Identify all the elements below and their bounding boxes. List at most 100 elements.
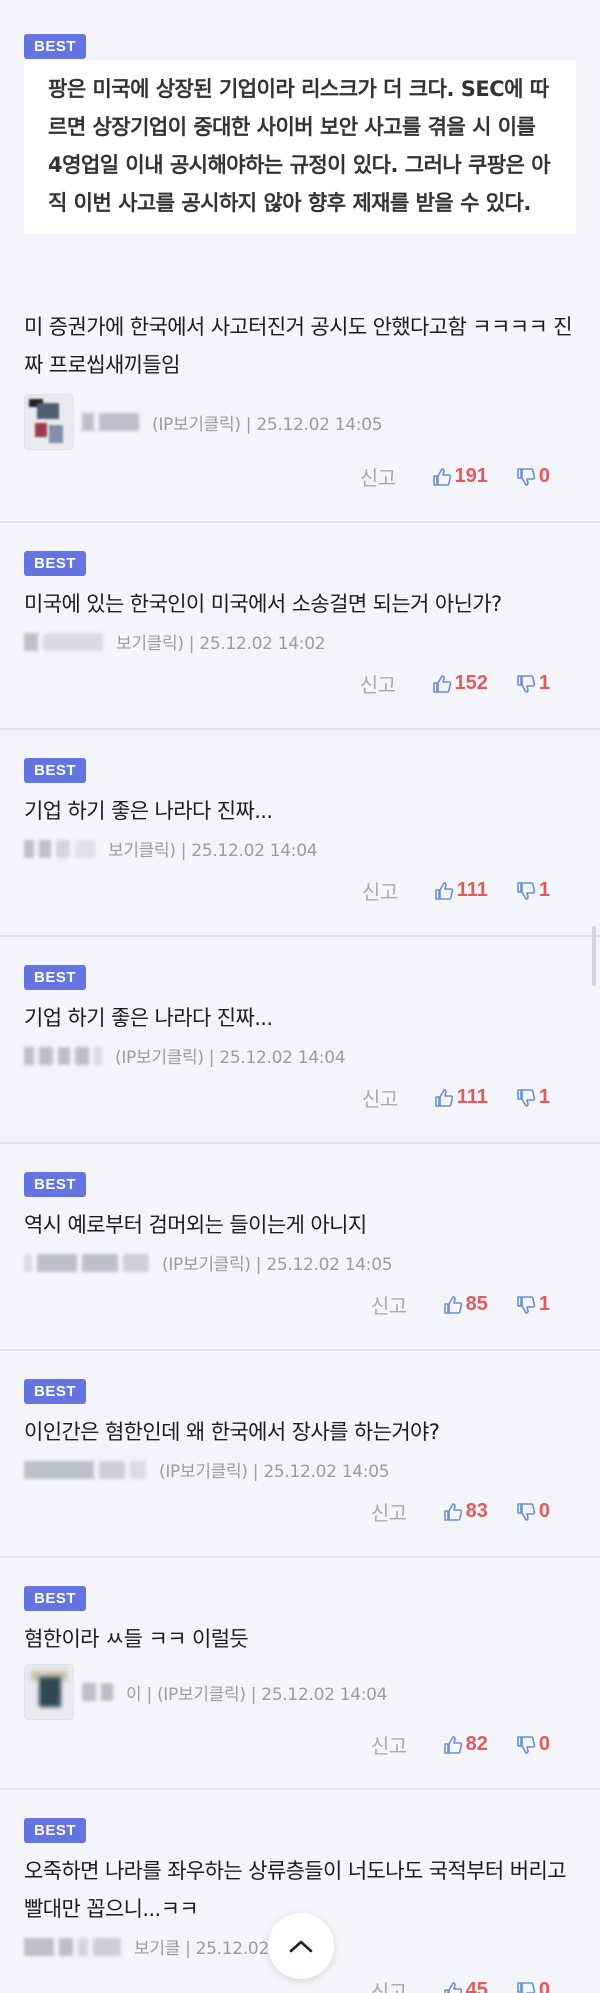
- dislike-button[interactable]: 1: [516, 1293, 550, 1316]
- like-count: 82: [465, 1733, 488, 1755]
- thumb-up-icon: [434, 881, 453, 900]
- comment-item: BEST 이인간은 혐한인데 왜 한국에서 장사를 하는거야? (IP보기클릭)…: [0, 1351, 600, 1558]
- comment-meta: 이 | (IP보기클릭) | 25.12.02 14:04: [24, 1664, 388, 1720]
- comment-actions: 신고 191 0: [360, 462, 550, 491]
- report-button[interactable]: 신고: [371, 1976, 407, 1993]
- thumb-up-icon: [443, 1735, 462, 1754]
- like-button[interactable]: 152: [432, 672, 488, 695]
- dislike-count: 0: [538, 1500, 550, 1522]
- dislike-button[interactable]: 0: [516, 465, 550, 488]
- like-button[interactable]: 83: [443, 1500, 488, 1523]
- comment-timestamp: (IP보기클릭) | 25.12.02 14:05: [159, 1462, 390, 1482]
- author-name[interactable]: [24, 1046, 107, 1065]
- dislike-count: 1: [538, 879, 550, 901]
- dislike-button[interactable]: 0: [516, 1733, 550, 1756]
- like-button[interactable]: 191: [432, 465, 488, 488]
- dislike-count: 1: [538, 1293, 550, 1315]
- report-button[interactable]: 신고: [371, 1497, 407, 1526]
- comment-timestamp: 보기클릭) | 25.12.02 14:02: [116, 634, 326, 654]
- dislike-count: 0: [538, 465, 550, 487]
- like-button[interactable]: 85: [443, 1293, 488, 1316]
- like-count: 111: [456, 879, 488, 901]
- best-badge: BEST: [24, 758, 87, 783]
- report-button[interactable]: 신고: [360, 462, 396, 491]
- dislike-button[interactable]: 1: [516, 1086, 550, 1109]
- dislike-count: 0: [538, 1733, 550, 1755]
- avatar[interactable]: [24, 1664, 74, 1720]
- dislike-button[interactable]: 1: [516, 672, 550, 695]
- comment-meta: (IP보기클릭) | 25.12.02 14:05: [24, 1457, 390, 1482]
- like-count: 85: [465, 1293, 488, 1315]
- comment-item: BEST 팡은 미국에 상장된 기업이라 리스크가 더 크다. SEC에 따르면…: [0, 0, 600, 523]
- comment-actions: 신고 85 1: [371, 1290, 550, 1319]
- comment-item: BEST 기업 하기 좋은 나라다 진짜... (IP보기클릭) | 25.12…: [0, 937, 600, 1144]
- comment-meta: (IP보기클릭) | 25.12.02 14:04: [24, 1043, 346, 1068]
- best-badge: BEST: [24, 965, 87, 990]
- thumb-down-icon: [517, 1088, 536, 1107]
- report-button[interactable]: 신고: [360, 669, 396, 698]
- best-badge: BEST: [24, 1172, 87, 1197]
- comment-actions: 신고 111 1: [362, 876, 550, 905]
- comment-timestamp: (IP보기클릭) | 25.12.02 14:05: [152, 414, 383, 435]
- like-button[interactable]: 111: [434, 879, 488, 902]
- comment-item: BEST 역시 예로부터 검머외는 들이는게 아니지 (IP보기클릭) | 25…: [0, 1144, 600, 1351]
- comment-actions: 신고 83 0: [371, 1497, 550, 1526]
- thumb-up-icon: [443, 1502, 462, 1521]
- quoted-article-text: 팡은 미국에 상장된 기업이라 리스크가 더 크다. SEC에 따르면 상장기업…: [24, 60, 576, 234]
- author-name[interactable]: [24, 1937, 126, 1956]
- comment-timestamp: (IP보기클릭) | 25.12.02 14:05: [162, 1255, 393, 1275]
- avatar[interactable]: [24, 394, 74, 450]
- comment-timestamp: (IP보기클릭) | 25.12.02 14:04: [115, 1048, 346, 1068]
- like-button[interactable]: 82: [443, 1733, 488, 1756]
- report-button[interactable]: 신고: [371, 1290, 407, 1319]
- report-button[interactable]: 신고: [362, 876, 398, 905]
- thumb-up-icon: [432, 467, 451, 486]
- like-count: 83: [465, 1500, 488, 1522]
- thumb-down-icon: [517, 674, 536, 693]
- author-name[interactable]: [24, 1460, 151, 1479]
- comment-meta: 보기클릭) | 25.12.02 14:02: [24, 629, 326, 654]
- comment-actions: 신고 152 1: [360, 669, 550, 698]
- comment-text: 이인간은 혐한인데 왜 한국에서 장사를 하는거야?: [24, 1420, 440, 1444]
- comment-timestamp: 보기클릭) | 25.12.02 14:04: [108, 841, 318, 861]
- like-button[interactable]: 111: [434, 1086, 488, 1109]
- comment-actions: 신고 82 0: [371, 1730, 550, 1759]
- like-count: 152: [454, 672, 488, 694]
- author-name[interactable]: [24, 632, 108, 651]
- like-count: 111: [456, 1086, 488, 1108]
- best-badge: BEST: [24, 1586, 87, 1611]
- thumb-up-icon: [432, 674, 451, 693]
- author-name[interactable]: [24, 1253, 154, 1272]
- comment-meta: (IP보기클릭) | 25.12.02 14:05: [24, 1250, 393, 1275]
- comment-actions: 신고 111 1: [362, 1083, 550, 1112]
- like-button[interactable]: 45: [443, 1979, 488, 1993]
- thumb-up-icon: [443, 1295, 462, 1314]
- dislike-button[interactable]: 0: [516, 1500, 550, 1523]
- comment-meta: (IP보기클릭) | 25.12.02 14:05: [24, 394, 383, 450]
- comment-text: 기업 하기 좋은 나라다 진짜...: [24, 799, 273, 823]
- scrollbar-thumb[interactable]: [592, 926, 596, 986]
- comment-meta: 보기클릭) | 25.12.02 14:04: [24, 836, 318, 861]
- like-count: 191: [454, 465, 488, 487]
- dislike-button[interactable]: 1: [516, 879, 550, 902]
- author-name[interactable]: [82, 1683, 118, 1701]
- thumb-down-icon: [517, 467, 536, 486]
- comment-item: BEST 기업 하기 좋은 나라다 진짜... 보기클릭) | 25.12.02…: [0, 730, 600, 937]
- report-button[interactable]: 신고: [362, 1083, 398, 1112]
- comment-text: 미국에 있는 한국인이 미국에서 소송걸면 되는거 아닌가?: [24, 592, 502, 616]
- comment-item: BEST 혐한이라 ㅆ들 ㅋㅋ 이럴듯 이 | (IP보기클릭) | 25.12…: [0, 1558, 600, 1790]
- dislike-count: 1: [538, 672, 550, 694]
- thumb-down-icon: [517, 1502, 536, 1521]
- dislike-button[interactable]: 0: [516, 1979, 550, 1993]
- thumb-down-icon: [517, 1295, 536, 1314]
- comment-text: 기업 하기 좋은 나라다 진짜...: [24, 1006, 273, 1030]
- like-count: 45: [465, 1979, 488, 1993]
- thumb-up-icon: [434, 1088, 453, 1107]
- report-button[interactable]: 신고: [371, 1730, 407, 1759]
- author-name[interactable]: [82, 413, 144, 431]
- best-badge: BEST: [24, 34, 87, 59]
- author-name[interactable]: [24, 839, 100, 858]
- best-badge: BEST: [24, 1818, 87, 1843]
- chevron-up-icon: [289, 1940, 313, 1953]
- scroll-to-top-button[interactable]: [268, 1913, 334, 1979]
